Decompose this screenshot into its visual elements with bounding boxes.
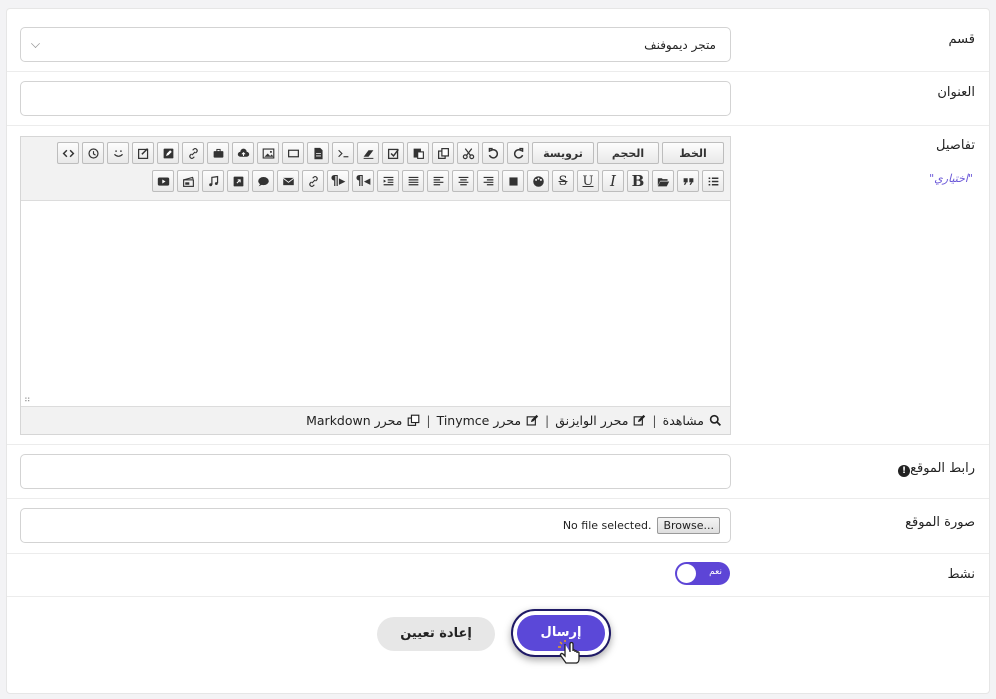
source-code-icon[interactable] [57, 142, 79, 164]
reset-button[interactable]: إعادة تعيين [377, 617, 495, 651]
cloud-upload-icon[interactable] [232, 142, 254, 164]
video-clapper-icon[interactable] [177, 170, 199, 192]
website-url-row: رابط الموقع! [7, 445, 989, 499]
envelope-icon[interactable] [277, 170, 299, 192]
align-center-icon[interactable] [452, 170, 474, 192]
website-image-label: صورة الموقع [905, 515, 975, 530]
briefcase-icon[interactable] [207, 142, 229, 164]
edit-square-icon[interactable] [157, 142, 179, 164]
title-input[interactable] [20, 81, 731, 116]
optional-hint: "اختياري" [929, 172, 973, 185]
editor-statusbar: مشاهدة | محرر الوايزنق | محرر Tinymce | … [21, 406, 730, 434]
cut-icon[interactable] [457, 142, 479, 164]
no-file-text: No file selected. [562, 519, 652, 532]
active-label: نشط [947, 567, 975, 582]
link-icon[interactable] [182, 142, 204, 164]
music-icon[interactable] [202, 170, 224, 192]
details-row: تفاصيل "اختياري" الخط الحجم ترويسة B I U… [7, 126, 989, 445]
category-select[interactable]: متجر ديموفنف [20, 27, 731, 62]
website-image-row: صورة الموقع No file selected. Browse... [7, 499, 989, 554]
file-icon[interactable] [307, 142, 329, 164]
edit-icon [526, 414, 539, 426]
file-picker: No file selected. Browse... [563, 517, 720, 534]
comment-icon[interactable] [252, 170, 274, 192]
redo-icon[interactable] [507, 142, 529, 164]
history-icon[interactable] [82, 142, 104, 164]
font-dropdown[interactable]: الخط [662, 142, 724, 164]
separator: | [545, 413, 550, 428]
strikethrough-icon[interactable]: S [552, 170, 574, 192]
code-terminal-icon[interactable] [332, 142, 354, 164]
copy-icon[interactable] [432, 142, 454, 164]
website-url-input[interactable] [20, 454, 731, 489]
italic-icon[interactable]: I [602, 170, 624, 192]
tinymce-editor-link[interactable]: محرر Tinymce [437, 413, 539, 428]
chevron-down-icon [31, 39, 40, 48]
editor-content-area[interactable]: ⠶ [21, 201, 730, 407]
eraser-icon[interactable] [357, 142, 379, 164]
align-justify-icon[interactable] [402, 170, 424, 192]
youtube-icon[interactable] [152, 170, 174, 192]
toggle-knob [677, 564, 696, 583]
copy-windows-icon [407, 414, 420, 426]
checkbox-edit-icon[interactable] [132, 142, 154, 164]
align-right-icon[interactable] [477, 170, 499, 192]
list-icon[interactable] [702, 170, 724, 192]
align-left-icon[interactable] [427, 170, 449, 192]
tinymce-label: محرر Tinymce [436, 413, 522, 428]
preview-link[interactable]: مشاهدة [663, 413, 722, 428]
markdown-editor-link[interactable]: محرر Markdown [306, 413, 420, 428]
category-selected-value: متجر ديموفنف [644, 38, 716, 52]
toolbar-row-2: B I U S ¶◂ ¶▸ [152, 170, 724, 192]
paragraph-rtl-icon[interactable]: ¶◂ [352, 170, 374, 192]
form-card: قسم متجر ديموفنف العنوان تفاصيل "اختياري… [6, 8, 990, 694]
details-label: تفاصيل [936, 138, 975, 153]
edit-icon [634, 414, 646, 426]
palette-icon[interactable] [527, 170, 549, 192]
resize-handle[interactable]: ⠶ [24, 395, 31, 405]
toolbar-row-1: الخط الحجم ترويسة [57, 142, 724, 164]
select-all-icon[interactable] [382, 142, 404, 164]
active-row: نشط نعم [7, 554, 989, 597]
toggle-text: نعم [709, 567, 722, 577]
folder-open-icon[interactable] [652, 170, 674, 192]
wysiwyg-editor-link[interactable]: محرر الوايزنق [555, 413, 646, 428]
external-image-icon[interactable] [227, 170, 249, 192]
title-label: العنوان [937, 85, 975, 100]
active-toggle[interactable]: نعم [675, 562, 730, 585]
quote-icon[interactable] [677, 170, 699, 192]
wysiwyg-label: محرر الوايزنق [555, 413, 629, 428]
browse-button[interactable]: Browse... [657, 517, 720, 534]
undo-icon[interactable] [482, 142, 504, 164]
rectangle-icon[interactable] [282, 142, 304, 164]
category-row: قسم متجر ديموفنف [7, 9, 989, 72]
hand-cursor-icon [558, 640, 580, 664]
smiley-icon[interactable] [107, 142, 129, 164]
preview-label: مشاهدة [662, 413, 704, 428]
search-icon [709, 414, 722, 427]
editor-toolbar: الخط الحجم ترويسة B I U S ¶◂ ¶▸ [21, 137, 730, 201]
paste-icon[interactable] [407, 142, 429, 164]
size-dropdown[interactable]: الحجم [597, 142, 659, 164]
file-upload-field[interactable]: No file selected. Browse... [20, 508, 731, 543]
image-icon[interactable] [257, 142, 279, 164]
website-url-label-text: رابط الموقع [910, 461, 975, 476]
title-row: العنوان [7, 72, 989, 126]
warning-icon: ! [898, 465, 911, 477]
bold-icon[interactable]: B [627, 170, 649, 192]
paragraph-ltr-icon[interactable]: ¶▸ [327, 170, 349, 192]
indent-icon[interactable] [377, 170, 399, 192]
separator: | [652, 413, 657, 428]
square-fill-icon[interactable] [502, 170, 524, 192]
markdown-label: محرر Markdown [306, 413, 403, 428]
link-chain-icon[interactable] [302, 170, 324, 192]
heading-dropdown[interactable]: ترويسة [532, 142, 594, 164]
category-label: قسم [948, 32, 975, 47]
separator: | [426, 413, 431, 428]
website-url-label: رابط الموقع! [894, 461, 975, 477]
rich-text-editor: الخط الحجم ترويسة B I U S ¶◂ ¶▸ ⠶ مشاهدة… [20, 136, 731, 435]
underline-icon[interactable]: U [577, 170, 599, 192]
